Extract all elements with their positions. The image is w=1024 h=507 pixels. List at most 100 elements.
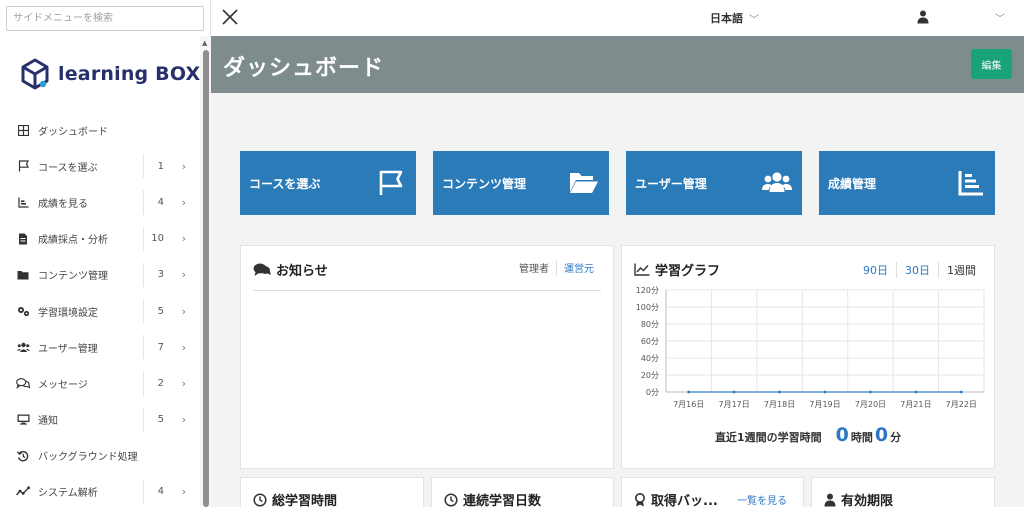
tab-admin[interactable]: 管理者 xyxy=(512,260,557,275)
sidebar-item-dashboard[interactable]: ダッシュボード xyxy=(0,112,200,148)
streak-card: 連続学習日数 xyxy=(431,477,614,507)
sidebar-item-system-analysis[interactable]: システム解析 4 › xyxy=(0,474,200,507)
chevron-right-icon[interactable]: › xyxy=(182,341,186,354)
scroll-up-arrow-icon[interactable]: ▲ xyxy=(202,39,207,47)
chevron-right-icon[interactable]: › xyxy=(182,160,186,173)
study-graph-title-text: 学習グラフ xyxy=(655,264,721,279)
badges-list-link[interactable]: 一覧を見る xyxy=(737,492,787,507)
badges-title: 取得バッ... xyxy=(634,490,718,507)
user-icon xyxy=(824,493,836,506)
study-hours-unit: 時間 xyxy=(850,431,873,444)
chevron-right-icon[interactable]: › xyxy=(182,232,186,245)
sidebar-item-count: 7 xyxy=(157,341,164,353)
total-time-title: 総学習時間 xyxy=(253,490,337,507)
sidebar-item-select-course[interactable]: コースを選ぶ 1 › xyxy=(0,148,200,184)
badge-icon xyxy=(635,492,645,506)
badges-label: 取得バッ... xyxy=(651,494,718,507)
tile-label: コースを選ぶ xyxy=(249,176,321,191)
tile-grades[interactable]: 成績管理 xyxy=(819,151,995,215)
news-card: お知らせ 管理者 運営元 xyxy=(240,245,614,469)
close-icon[interactable] xyxy=(220,7,240,27)
chevron-right-icon[interactable]: › xyxy=(182,268,186,281)
chevron-right-icon[interactable]: › xyxy=(182,305,186,318)
sidebar-item-label: 成績を見る xyxy=(38,198,88,210)
edit-button[interactable]: 編集 xyxy=(971,49,1012,79)
divider xyxy=(143,335,144,360)
tile-users[interactable]: ユーザー管理 xyxy=(626,151,802,215)
logo[interactable]: learning BOX xyxy=(20,56,200,92)
chevron-right-icon[interactable]: › xyxy=(182,377,186,390)
divider xyxy=(143,154,144,179)
y-tick-label: 0分 xyxy=(646,388,659,397)
data-point xyxy=(732,390,736,394)
sidebar-menu: ダッシュボード コースを選ぶ 1 › 成績を見る 4 › 成績採点・分析 10 … xyxy=(0,112,200,507)
study-graph-card: 学習グラフ 90日 30日 1週間 120分 100分 80分 60分 40分 20分 0分… xyxy=(621,245,995,469)
sidebar-item-label: 成績採点・分析 xyxy=(38,235,108,247)
chevron-right-icon[interactable]: › xyxy=(182,413,186,426)
sidebar-item-label: 学習環境設定 xyxy=(38,307,98,319)
y-tick-label: 80分 xyxy=(641,320,659,329)
y-tick-label: 20分 xyxy=(641,371,659,380)
monitor-icon xyxy=(16,413,30,427)
expiry-title: 有効期限 xyxy=(824,490,893,507)
y-tick-label: 100分 xyxy=(636,303,659,312)
sidebar-item-count: 4 xyxy=(157,486,164,498)
study-hours-value: 0 xyxy=(835,424,849,446)
language-selector[interactable]: 日本語 ﹀ xyxy=(710,10,759,26)
logo-cube-icon xyxy=(21,58,49,90)
clock-icon xyxy=(444,492,458,507)
sidebar-item-notifications[interactable]: 通知 5 › xyxy=(0,402,200,438)
tab-operator[interactable]: 運営元 xyxy=(557,260,601,275)
divider xyxy=(143,226,144,251)
folder-open-icon xyxy=(570,173,598,193)
range-tab-1w[interactable]: 1週間 xyxy=(939,262,984,278)
sidebar-item-count: 3 xyxy=(157,269,164,281)
y-tick-label: 60分 xyxy=(641,337,659,346)
y-tick-label: 120分 xyxy=(636,286,659,295)
sidebar-item-messages[interactable]: メッセージ 2 › xyxy=(0,365,200,401)
sidebar-search-input[interactable] xyxy=(6,6,204,31)
data-point xyxy=(959,390,963,394)
sidebar-item-label: コンテンツ管理 xyxy=(38,271,108,283)
user-icon[interactable] xyxy=(917,10,929,24)
tile-label: ユーザー管理 xyxy=(635,176,707,191)
sidebar-item-label: ダッシュボード xyxy=(38,126,108,138)
sidebar-item-contents[interactable]: コンテンツ管理 3 › xyxy=(0,257,200,293)
chevron-down-icon[interactable]: ﹀ xyxy=(995,10,1005,25)
range-tab-30d[interactable]: 30日 xyxy=(897,262,939,278)
x-tick-label: 7月17日 xyxy=(719,400,750,409)
sidebar-item-count: 1 xyxy=(157,160,164,172)
y-tick-label: 40分 xyxy=(641,354,659,363)
clock-icon xyxy=(253,492,267,507)
tile-contents[interactable]: コンテンツ管理 xyxy=(433,151,609,215)
x-tick-label: 7月18日 xyxy=(764,400,795,409)
chevron-right-icon[interactable]: › xyxy=(182,196,186,209)
page-title: ダッシュボード xyxy=(223,56,385,81)
sidebar-item-grades[interactable]: 成績を見る 4 › xyxy=(0,184,200,220)
analytics-icon xyxy=(16,485,30,499)
x-tick-label: 7月16日 xyxy=(673,400,704,409)
chart-icon xyxy=(958,171,983,196)
sidebar: learning BOX ダッシュボード コースを選ぶ 1 › xyxy=(0,0,211,507)
sidebar-item-label: コースを選ぶ xyxy=(38,162,98,174)
sidebar-scrollbar-thumb[interactable] xyxy=(203,50,209,507)
study-total: 直近1週間の学習時間 0 時間 0 分 xyxy=(622,424,994,446)
sidebar-item-count: 5 xyxy=(157,414,164,426)
page-header: ダッシュボード 編集 xyxy=(211,36,1024,93)
sidebar-item-background-jobs[interactable]: バックグラウンド処理 xyxy=(0,438,200,474)
sidebar-item-count: 5 xyxy=(157,305,164,317)
data-point xyxy=(914,390,918,394)
study-chart: 120分 100分 80分 60分 40分 20分 0分 7月16日 7月17日 7月18日 7月1… xyxy=(636,286,985,409)
range-tab-90d[interactable]: 90日 xyxy=(855,262,897,278)
logo-text: learning BOX xyxy=(58,63,201,85)
data-point xyxy=(778,390,781,394)
tile-select-course[interactable]: コースを選ぶ xyxy=(240,151,416,215)
language-label: 日本語 xyxy=(710,12,743,25)
data-point xyxy=(823,390,827,394)
divider xyxy=(143,407,144,432)
chevron-right-icon[interactable]: › xyxy=(182,485,186,498)
sidebar-item-users[interactable]: ユーザー管理 7 › xyxy=(0,329,200,365)
sidebar-item-label: メッセージ xyxy=(38,379,88,391)
sidebar-item-grading[interactable]: 成績採点・分析 10 › xyxy=(0,221,200,257)
sidebar-item-environment[interactable]: 学習環境設定 5 › xyxy=(0,293,200,329)
